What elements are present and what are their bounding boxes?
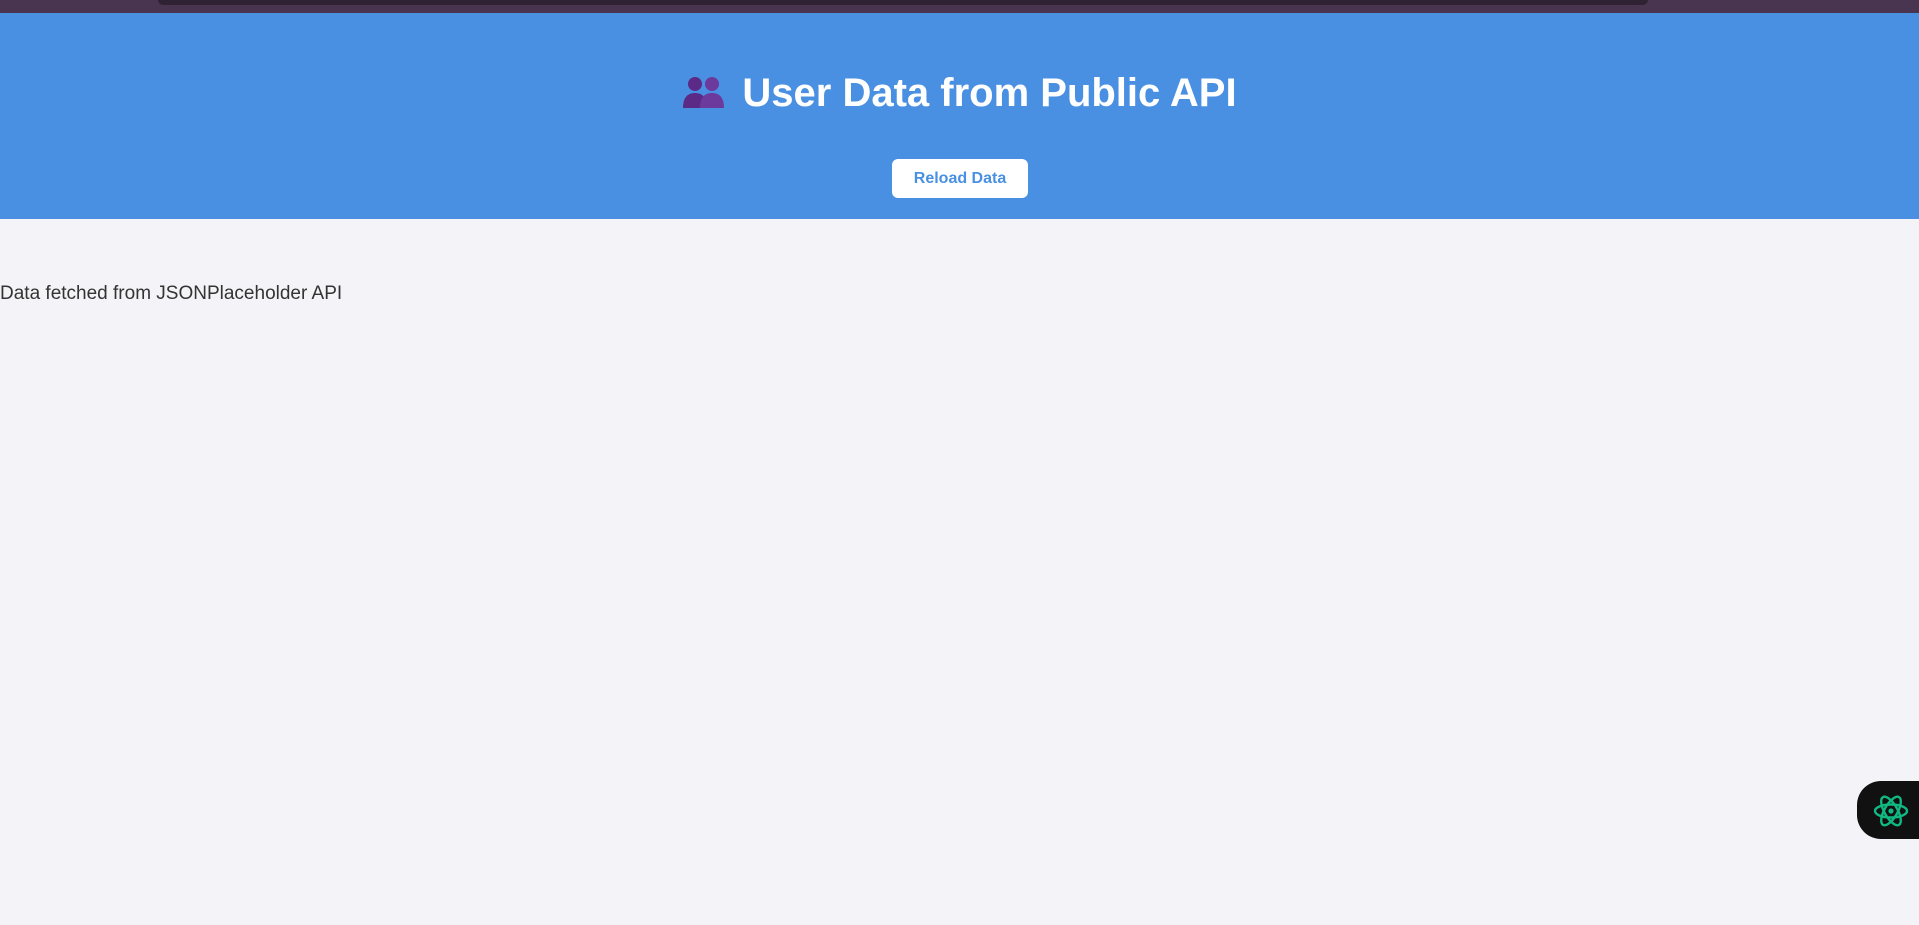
reload-data-button[interactable]: Reload Data xyxy=(892,159,1028,198)
atom-icon xyxy=(1873,795,1909,827)
page-header: User Data from Public API Reload Data xyxy=(0,13,1919,219)
page-title: User Data from Public API xyxy=(0,69,1919,117)
browser-top-strip xyxy=(0,0,1919,13)
browser-address-bar-edge xyxy=(158,0,1648,5)
main-content: Data fetched from JSONPlaceholder API xyxy=(0,219,1919,925)
data-source-note: Data fetched from JSONPlaceholder API xyxy=(0,283,343,304)
page-title-text: User Data from Public API xyxy=(742,71,1237,115)
users-icon xyxy=(682,72,726,112)
assistant-fab-button[interactable] xyxy=(1857,781,1919,839)
